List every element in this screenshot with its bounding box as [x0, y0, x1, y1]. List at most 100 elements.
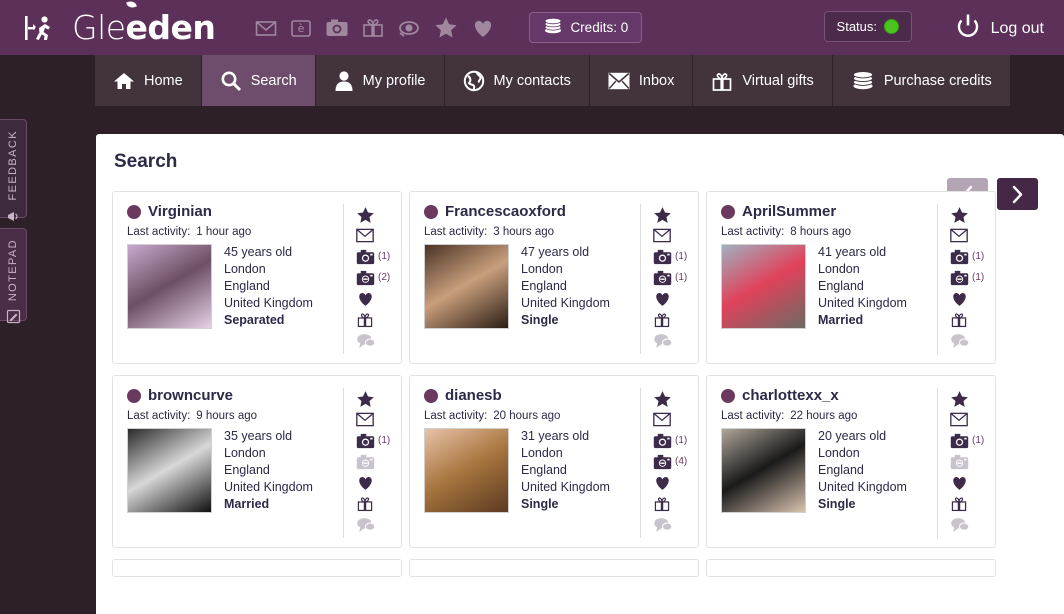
profile-city: London	[224, 446, 266, 460]
profile-card-grid: Virginian Last activity: 1 hour ago 45 year…	[96, 173, 1064, 577]
pagination-next-button[interactable]	[997, 178, 1038, 210]
envelope-icon	[608, 71, 630, 91]
card-action-public-photos[interactable]: (1)	[356, 246, 390, 267]
card-action-private-photos[interactable]: (2)	[356, 267, 390, 288]
card-action-public-photos[interactable]: (1)	[653, 246, 687, 267]
credits-button[interactable]: Credits: 0	[529, 12, 643, 43]
sidebar-tab-feedback[interactable]: FEEDBACK	[0, 119, 27, 221]
profile-card[interactable]	[112, 559, 402, 577]
nav-item-my-profile[interactable]: My profile	[315, 55, 445, 106]
card-action-gift[interactable]	[950, 493, 968, 514]
card-action-public-photos[interactable]: (1)	[950, 430, 984, 451]
profile-name[interactable]: browncurve	[148, 387, 233, 404]
profile-region: England	[521, 463, 567, 477]
card-action-public-photos[interactable]: (1)	[950, 246, 984, 267]
card-action-envelope[interactable]	[356, 409, 374, 430]
profile-thumbnail[interactable]	[127, 244, 212, 329]
nav-item-purchase-credits[interactable]: Purchase credits	[832, 55, 1011, 106]
profile-card[interactable]: charlottexx_x Last activity: 22 hours ago 2…	[706, 375, 996, 548]
profile-card[interactable]: dianesb Last activity: 20 hours ago 31 year…	[409, 375, 699, 548]
profile-name[interactable]: Virginian	[148, 203, 212, 220]
profile-card[interactable]	[706, 559, 996, 577]
profile-thumbnail[interactable]	[721, 244, 806, 329]
envelope-icon	[950, 412, 968, 427]
profile-thumbnail[interactable]	[424, 244, 509, 329]
profile-card[interactable]	[409, 559, 699, 577]
star-icon	[653, 206, 672, 224]
card-action-private-photos[interactable]: (4)	[653, 451, 687, 472]
card-action-gift[interactable]	[356, 309, 374, 330]
nav-item-inbox[interactable]: Inbox	[589, 55, 694, 106]
card-action-envelope[interactable]	[950, 225, 968, 246]
sidebar-tab-notepad[interactable]: NOTEPAD	[0, 228, 27, 324]
card-action-heart[interactable]	[950, 288, 969, 309]
star-icon[interactable]	[434, 16, 458, 39]
profile-name[interactable]: charlottexx_x	[742, 387, 839, 404]
card-action-envelope[interactable]	[653, 409, 671, 430]
profile-card[interactable]: browncurve Last activity: 9 hours ago 35 ye…	[112, 375, 402, 548]
card-action-heart[interactable]	[356, 288, 375, 309]
profile-thumbnail[interactable]	[424, 428, 509, 513]
gift-icon[interactable]	[362, 17, 384, 39]
profile-details: 45 years old London England United Kingdom S…	[224, 244, 313, 329]
card-action-star[interactable]	[653, 204, 672, 225]
profile-card[interactable]: Francescaoxford Last activity: 3 hours ago…	[409, 191, 699, 364]
card-action-public-photos[interactable]: (1)	[653, 430, 687, 451]
card-action-gift[interactable]	[356, 493, 374, 514]
nav-item-home[interactable]: Home	[94, 55, 202, 106]
online-status-dot-icon	[721, 388, 735, 403]
nav-item-search[interactable]: Search	[201, 55, 316, 106]
profile-thumbnail[interactable]	[127, 428, 212, 513]
profile-name[interactable]: AprilSummer	[742, 203, 836, 220]
card-action-gift[interactable]	[950, 309, 968, 330]
profile-details: 31 years old London England United Kingdom S…	[521, 428, 610, 513]
card-action-heart[interactable]	[356, 472, 375, 493]
logout-button[interactable]: Log out	[955, 13, 1044, 44]
exit-running-man-icon[interactable]	[18, 13, 58, 43]
card-action-star[interactable]	[356, 204, 375, 225]
card-action-private-photos[interactable]: (1)	[653, 267, 687, 288]
card-action-gift[interactable]	[653, 493, 671, 514]
star-icon	[950, 390, 969, 408]
card-action-star[interactable]	[950, 204, 969, 225]
online-status-dot-icon	[424, 204, 438, 219]
card-action-envelope[interactable]	[653, 225, 671, 246]
card-action-private-photos[interactable]: (1)	[950, 267, 984, 288]
card-action-star[interactable]	[950, 388, 969, 409]
profile-thumbnail[interactable]	[721, 428, 806, 513]
card-action-gift[interactable]	[653, 309, 671, 330]
status-indicator[interactable]: Status:	[823, 11, 912, 42]
card-action-heart[interactable]	[950, 472, 969, 493]
card-action-star[interactable]	[653, 388, 672, 409]
envelope-icon[interactable]	[255, 17, 277, 39]
heart-icon[interactable]	[471, 17, 495, 39]
card-action-envelope[interactable]	[356, 225, 374, 246]
profile-card[interactable]: Virginian Last activity: 1 hour ago 45 year…	[112, 191, 402, 364]
private-photos-icon	[653, 454, 672, 470]
card-action-envelope[interactable]	[950, 409, 968, 430]
last-activity-label: Last activity:	[127, 226, 191, 238]
envelope-icon	[653, 412, 671, 427]
card-action-public-photos[interactable]: (1)	[356, 430, 390, 451]
card-action-heart[interactable]	[653, 472, 672, 493]
card-action-column: (1) (1)	[640, 204, 698, 354]
brand-logo[interactable]: Gle eden	[72, 0, 216, 47]
nav-item-my-contacts[interactable]: My contacts	[444, 55, 590, 106]
nav-item-virtual-gifts[interactable]: Virtual gifts	[693, 55, 833, 106]
profile-name[interactable]: dianesb	[445, 387, 502, 404]
card-action-chat	[950, 514, 970, 535]
eye-icon[interactable]	[397, 17, 421, 39]
winkmail-icon[interactable]: è	[290, 17, 312, 39]
camera-icon[interactable]	[325, 17, 349, 39]
svg-text:è: è	[298, 22, 305, 35]
globe-icon	[463, 70, 485, 92]
online-status-dot-icon	[127, 388, 141, 403]
card-action-star[interactable]	[356, 388, 375, 409]
private-photos-icon	[356, 454, 375, 470]
envelope-icon	[653, 228, 671, 243]
heart-icon	[950, 290, 969, 307]
chat-icon	[356, 332, 376, 349]
profile-card[interactable]: AprilSummer Last activity: 8 hours ago 41 y…	[706, 191, 996, 364]
card-action-heart[interactable]	[653, 288, 672, 309]
profile-name[interactable]: Francescaoxford	[445, 203, 566, 220]
